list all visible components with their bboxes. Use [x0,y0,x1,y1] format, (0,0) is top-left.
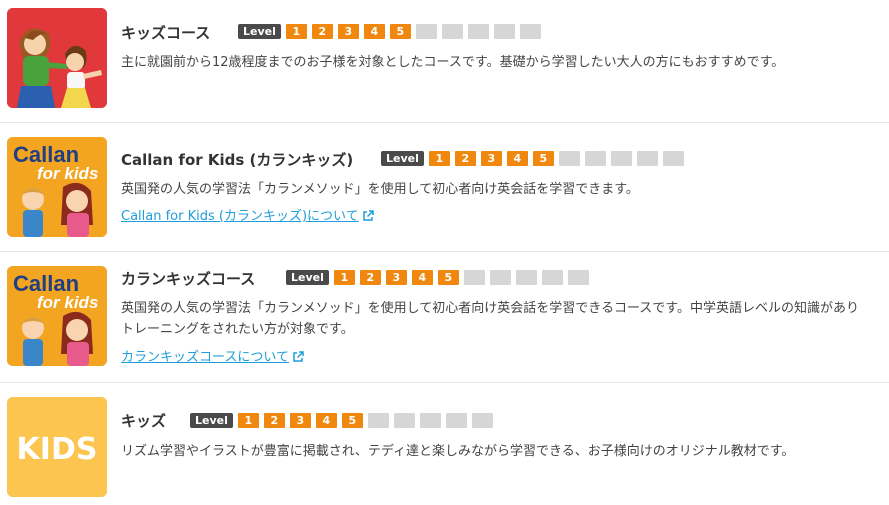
level-active-box: 2 [454,151,476,166]
course-description: 英国発の人気の学習法「カランメソッド」を使用して初心者向け英会話を学習できるコー… [121,301,860,337]
level-active-box: 5 [532,151,554,166]
level-inactive-box [515,270,537,285]
level-indicator: Level 1 2 3 4 5 [190,413,498,428]
level-active-box: 5 [389,24,411,39]
course-thumbnail[interactable]: KIDS [7,397,107,497]
level-inactive-box [467,24,489,39]
course-thumbnail[interactable]: Callan for kids [7,266,107,366]
course-title: カランキッズコース [121,270,256,288]
divider [0,251,889,252]
level-badge: Level [238,24,281,39]
external-link-icon [293,351,304,362]
level-inactive-box [441,24,463,39]
divider [0,122,889,123]
level-inactive-box [610,151,632,166]
level-inactive-box [493,24,515,39]
course-title: キッズコース [121,24,211,42]
level-inactive-box [367,413,389,428]
level-active-box: 2 [311,24,333,39]
level-inactive-box [393,413,415,428]
level-active-box: 1 [333,270,355,285]
level-active-box: 2 [263,413,285,428]
level-active-box: 3 [385,270,407,285]
level-indicator: Level 1 2 3 4 5 [286,270,594,285]
svg-text:KIDS: KIDS [17,432,98,467]
divider [0,382,889,383]
course-description: 主に就園前から12歳程度までのお子様を対象としたコースです。基礎から学習したい大… [121,55,785,70]
level-badge: Level [190,413,233,428]
callan-for-kids-logo-icon: Callan for kids [7,266,107,366]
level-active-box: 1 [237,413,259,428]
level-active-box: 2 [359,270,381,285]
level-active-box: 1 [285,24,307,39]
level-active-box: 4 [411,270,433,285]
level-inactive-box [584,151,606,166]
callan-for-kids-logo-icon: Callan for kids [7,137,107,237]
level-inactive-box [519,24,541,39]
level-active-box: 3 [289,413,311,428]
course-description: 英国発の人気の学習法「カランメソッド」を使用して初心者向け英会話を学習できます。 [121,182,639,197]
level-inactive-box [489,270,511,285]
course-title: キッズ [121,412,167,430]
svg-text:for kids: for kids [37,293,98,312]
level-active-box: 4 [315,413,337,428]
level-active-box: 5 [437,270,459,285]
level-inactive-box [445,413,467,428]
level-badge: Level [381,151,424,166]
svg-text:for kids: for kids [37,164,98,183]
kids-logo-icon: KIDS [7,397,107,497]
level-inactive-box [415,24,437,39]
course-thumbnail[interactable] [7,8,107,108]
level-inactive-box [558,151,580,166]
level-indicator: Level 1 2 3 4 5 [238,24,546,39]
course-info-link[interactable]: カランキッズコースについて [121,346,304,365]
level-inactive-box [463,270,485,285]
level-inactive-box [662,151,684,166]
level-inactive-box [541,270,563,285]
level-active-box: 4 [363,24,385,39]
course-title: Callan for Kids (カランキッズ) [121,151,354,169]
course-thumbnail[interactable]: Callan for kids [7,137,107,237]
level-indicator: Level 1 2 3 4 5 [381,151,689,166]
course-info-link[interactable]: Callan for Kids (カランキッズ)について [121,205,374,224]
mother-child-illustration-icon [7,8,107,108]
level-active-box: 5 [341,413,363,428]
level-inactive-box [567,270,589,285]
level-badge: Level [286,270,329,285]
level-active-box: 4 [506,151,528,166]
level-inactive-box [636,151,658,166]
level-active-box: 3 [337,24,359,39]
level-active-box: 1 [428,151,450,166]
level-inactive-box [419,413,441,428]
level-active-box: 3 [480,151,502,166]
level-inactive-box [471,413,493,428]
course-description: リズム学習やイラストが豊富に掲載され、テディ達と楽しみながら学習できる、お子様向… [121,444,795,459]
external-link-icon [362,210,374,221]
